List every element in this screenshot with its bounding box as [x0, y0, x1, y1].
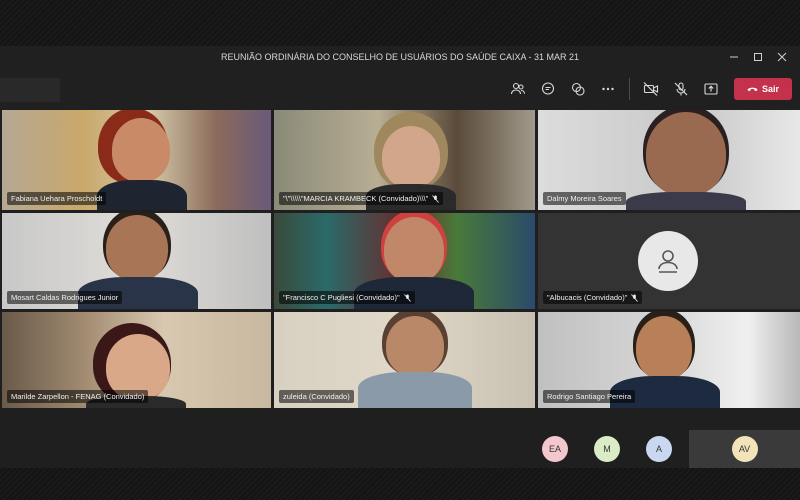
participant-figure: [97, 180, 187, 210]
participant-figure: [106, 215, 168, 281]
chat-icon[interactable]: [533, 74, 563, 104]
participant-avatar[interactable]: M: [594, 436, 620, 462]
toolbar-divider: [629, 78, 630, 100]
hang-up-icon: [747, 87, 758, 92]
participant-figure: [112, 118, 170, 182]
participant-name-label: Rodrigo Santiago Pereira: [543, 390, 636, 403]
share-icon[interactable]: [696, 74, 726, 104]
video-tile[interactable]: "Albucacis (Convidado)": [538, 213, 800, 309]
participant-figure: [386, 316, 444, 376]
participant-name-label: Fabiana Uehara Proscholdt: [7, 192, 107, 205]
meeting-timer-area: [0, 78, 60, 102]
more-icon[interactable]: [593, 74, 623, 104]
participant-figure: [636, 316, 692, 380]
participant-name: "\"\\\\\"MARCIA KRAMBECK (Convidado)\\\": [283, 194, 429, 203]
participant-figure: [626, 192, 746, 210]
video-tile[interactable]: "\"\\\\\"MARCIA KRAMBECK (Convidado)\\\": [274, 110, 535, 210]
participant-avatar[interactable]: EA: [542, 436, 568, 462]
avatar-initials: M: [603, 444, 611, 454]
video-tile[interactable]: Rodrigo Santiago Pereira: [538, 312, 800, 408]
participant-name: Dalmy Moreira Soares: [547, 194, 622, 203]
avatar-initials: AV: [738, 444, 751, 454]
participant-name: Fabiana Uehara Proscholdt: [11, 194, 103, 203]
participant-name-label: zuleida (Convidado): [279, 390, 354, 403]
window-title: REUNIÃO ORDINÁRIA DO CONSELHO DE USUÁRIO…: [220, 52, 580, 62]
participant-name-label: Marilde Zarpellon - FENAG (Convidado): [7, 390, 149, 403]
video-tile[interactable]: Dalmy Moreira Soares: [538, 110, 800, 210]
background-bottom: [0, 468, 800, 500]
video-tile[interactable]: Fabiana Uehara Proscholdt: [2, 110, 271, 210]
meeting-toolbar: Sair: [0, 68, 800, 110]
video-tile[interactable]: zuleida (Convidado): [274, 312, 535, 408]
maximize-icon[interactable]: [746, 46, 770, 68]
participant-figure: [646, 112, 726, 196]
participant-avatar[interactable]: A: [646, 436, 672, 462]
participants-icon[interactable]: [503, 74, 533, 104]
participant-name: Mosart Caldas Rodrigues Junior: [11, 293, 119, 302]
participant-avatar: AV: [731, 436, 758, 462]
participant-name-label: "Albucacis (Convidado)": [543, 291, 643, 304]
participant-figure: [382, 126, 440, 188]
mic-muted-icon: [403, 293, 411, 302]
overflow-participants: EA M A: [542, 430, 672, 468]
participant-name: zuleida (Convidado): [283, 392, 350, 401]
participant-figure: [384, 217, 444, 283]
window-controls: [722, 46, 794, 68]
active-speaker-slot[interactable]: AV: [689, 430, 800, 468]
avatar-initials: A: [655, 444, 662, 454]
minimize-icon[interactable]: [722, 46, 746, 68]
mic-muted-icon: [432, 194, 440, 203]
participant-name-label: "\"\\\\\"MARCIA KRAMBECK (Convidado)\\\": [279, 192, 444, 205]
participant-name-label: "Francisco C Pugliesi (Convidado)": [279, 291, 415, 304]
leave-button[interactable]: Sair: [734, 78, 792, 100]
window-titlebar: REUNIÃO ORDINÁRIA DO CONSELHO DE USUÁRIO…: [0, 46, 800, 68]
close-icon[interactable]: [770, 46, 794, 68]
participant-name: Rodrigo Santiago Pereira: [547, 392, 632, 401]
participant-name-label: Dalmy Moreira Soares: [543, 192, 626, 205]
avatar-initials: EA: [548, 444, 561, 454]
participant-name: "Albucacis (Convidado)": [547, 293, 628, 302]
reactions-icon[interactable]: [563, 74, 593, 104]
video-tile[interactable]: Marilde Zarpellon - FENAG (Convidado): [2, 312, 271, 408]
default-avatar-icon: [638, 231, 698, 291]
camera-off-icon[interactable]: [636, 74, 666, 104]
participant-figure: [358, 372, 472, 408]
video-tile[interactable]: Mosart Caldas Rodrigues Junior: [2, 213, 271, 309]
video-grid: Fabiana Uehara Proscholdt "\"\\\\\"MARCI…: [0, 110, 800, 468]
participant-name: Marilde Zarpellon - FENAG (Convidado): [11, 392, 145, 401]
toolbar-controls: Sair: [503, 68, 792, 110]
mic-muted-icon: [631, 293, 639, 302]
mic-off-icon[interactable]: [666, 74, 696, 104]
leave-label: Sair: [761, 84, 779, 94]
participant-name-label: Mosart Caldas Rodrigues Junior: [7, 291, 123, 304]
video-tile[interactable]: "Francisco C Pugliesi (Convidado)": [274, 213, 535, 309]
participant-name: "Francisco C Pugliesi (Convidado)": [283, 293, 400, 302]
background-top: [0, 0, 800, 46]
